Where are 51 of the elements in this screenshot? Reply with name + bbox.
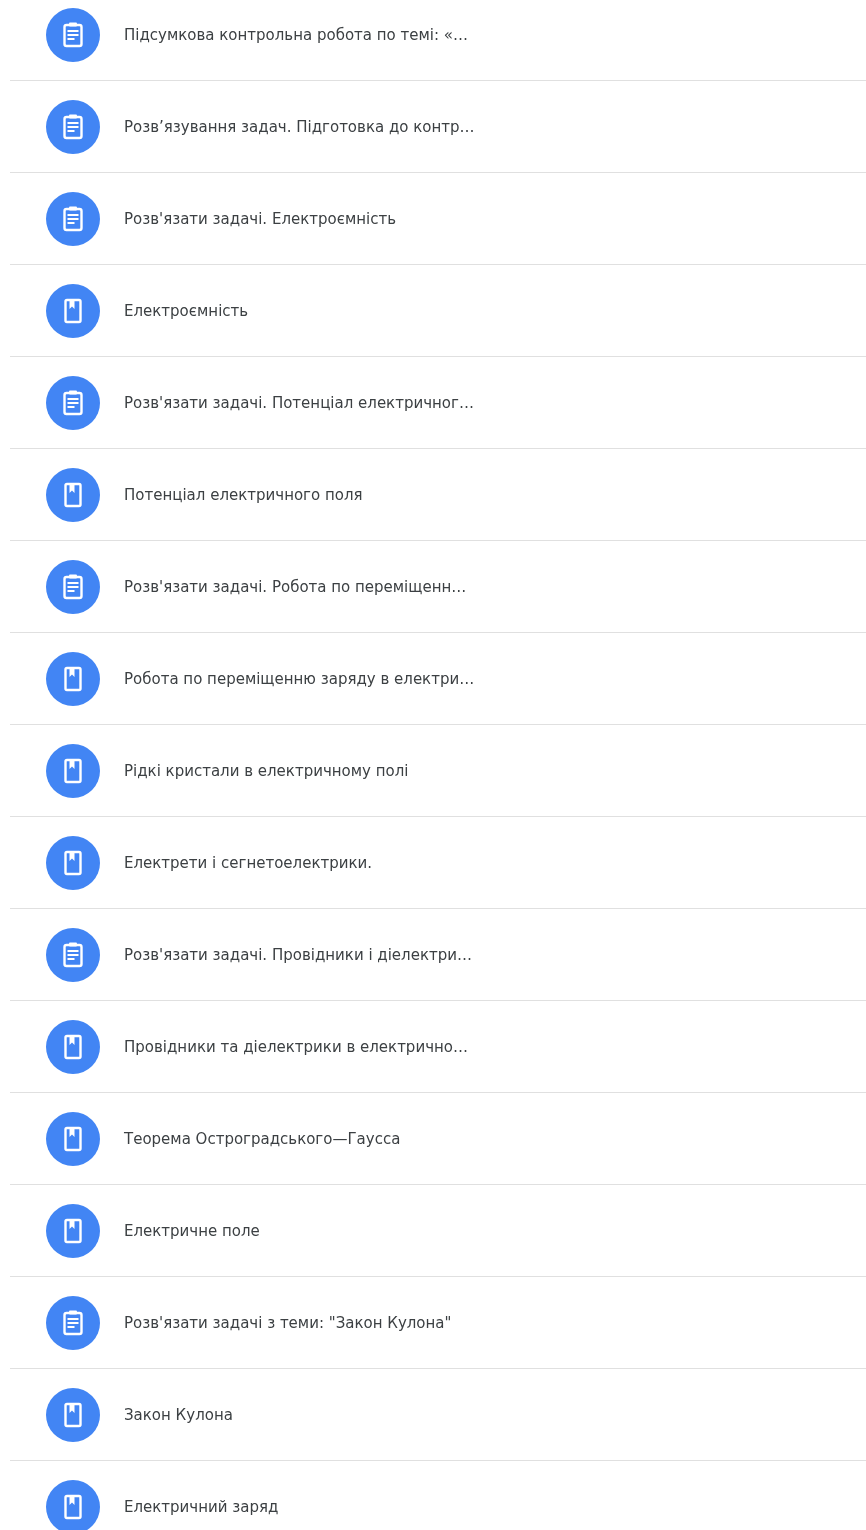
clipboard-icon [46,375,100,430]
item-title: Розв'язати задачі. Потенціал електричног… [124,393,474,412]
classwork-item[interactable]: Розв'язати задачі. Робота по переміщенн… [10,541,866,633]
item-title: Електрети і сегнетоелектрики. [124,853,373,872]
clipboard-icon [46,1295,100,1350]
classwork-item[interactable]: Електричний заряд [10,1461,866,1530]
classwork-item[interactable]: Робота по переміщенню заряду в електри… [10,633,866,725]
item-title: Закон Кулона [124,1405,233,1424]
classwork-item[interactable]: Розв'язати задачі з теми: "Закон Кулона" [10,1277,866,1369]
classwork-item[interactable]: Електроємність [10,265,866,357]
book-icon [46,835,100,890]
item-title: Потенціал електричного поля [124,485,363,504]
classwork-item[interactable]: Розв’язування задач. Підготовка до контр… [10,81,866,173]
clipboard-icon [46,99,100,154]
classwork-item[interactable]: Розв'язати задачі. Потенціал електричног… [10,357,866,449]
classwork-item[interactable]: Потенціал електричного поля [10,449,866,541]
item-title: Розв'язати задачі. Електроємність [124,209,397,228]
item-title: Провідники та діелектрики в електрично… [124,1037,468,1056]
item-title: Розв'язати задачі. Провідники і діелектри… [124,945,472,964]
book-icon [46,651,100,706]
book-icon [46,467,100,522]
item-title: Розв’язування задач. Підготовка до контр… [124,117,475,136]
clipboard-icon [46,7,100,62]
book-icon [46,1479,100,1530]
item-title: Теорема Остроградського—Гаусса [124,1129,401,1148]
classwork-item[interactable]: Рідкі кристали в електричному полі [10,725,866,817]
clipboard-icon [46,559,100,614]
clipboard-icon [46,927,100,982]
item-title: Розв'язати задачі. Робота по переміщенн… [124,577,467,596]
classwork-item[interactable]: Електричне поле [10,1185,866,1277]
book-icon [46,1019,100,1074]
classwork-item[interactable]: Підсумкова контрольна робота по темі: «… [10,0,866,81]
classwork-item[interactable]: Розв'язати задачі. Електроємність [10,173,866,265]
classwork-item[interactable]: Закон Кулона [10,1369,866,1461]
item-title: Електроємність [124,301,249,320]
item-title: Розв'язати задачі з теми: "Закон Кулона" [124,1313,452,1332]
item-title: Електричний заряд [124,1497,279,1516]
item-title: Електричне поле [124,1221,260,1240]
book-icon [46,1387,100,1442]
item-title: Підсумкова контрольна робота по темі: «… [124,25,468,44]
book-icon [46,1203,100,1258]
classwork-item[interactable]: Теорема Остроградського—Гаусса [10,1093,866,1185]
book-icon [46,283,100,338]
classwork-item[interactable]: Розв'язати задачі. Провідники і діелектри… [10,909,866,1001]
item-title: Рідкі кристали в електричному полі [124,761,409,780]
book-icon [46,1111,100,1166]
book-icon [46,743,100,798]
item-title: Робота по переміщенню заряду в електри… [124,669,475,688]
classwork-item[interactable]: Електрети і сегнетоелектрики. [10,817,866,909]
classwork-item[interactable]: Провідники та діелектрики в електрично… [10,1001,866,1093]
clipboard-icon [46,191,100,246]
